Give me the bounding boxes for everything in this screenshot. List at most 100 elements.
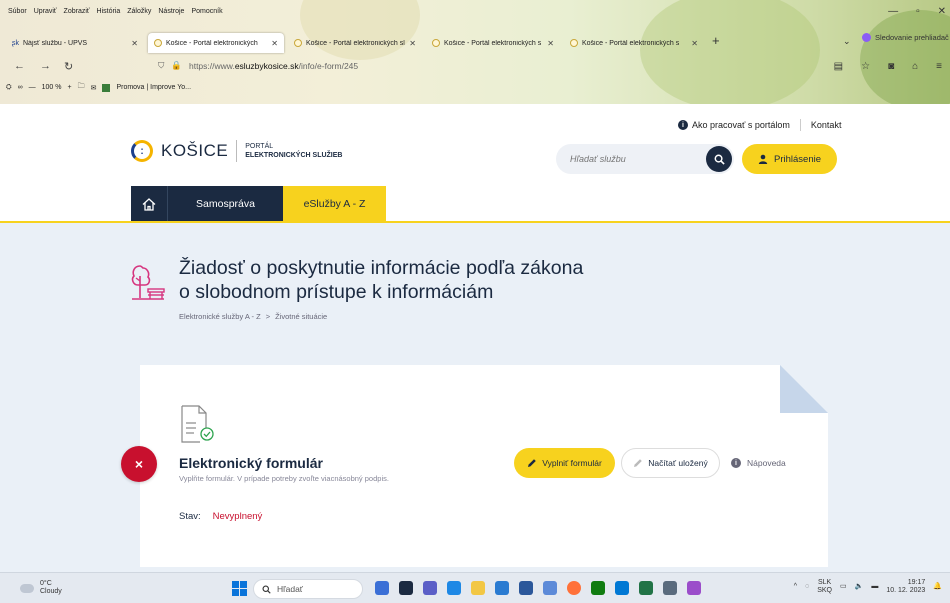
nav-samosprava[interactable]: Samospráva [168, 186, 283, 222]
menu-item[interactable]: História [97, 8, 121, 15]
zoom-in-icon[interactable]: + [67, 84, 71, 91]
shield-icon[interactable]: ⛉ [158, 60, 164, 71]
tab-label: Košice - Portál elektronických s [582, 39, 680, 47]
site-logo[interactable]: : KOŠICE PORTÁL ELEKTRONICKÝCH SLUŽIEB [131, 140, 342, 162]
close-icon[interactable]: ✕ [938, 6, 946, 17]
search-button[interactable] [706, 146, 732, 172]
volume-icon[interactable]: 🔈 [855, 583, 864, 591]
app-icon[interactable] [687, 581, 701, 595]
system-tray: ^ ◌ SLK SKQ ▭ 🔈 ▬ 19:17 10. 12. 2023 🔔 [794, 579, 942, 595]
background-decoration [860, 10, 950, 104]
chevron-down-icon[interactable]: ⌄ [843, 36, 851, 47]
bookmark-star-icon[interactable]: ☆ [861, 61, 870, 72]
reload-icon[interactable]: ↻ [64, 60, 73, 73]
minimize-icon[interactable]: — [888, 6, 898, 17]
mail-icon[interactable]: ✉ [91, 84, 97, 92]
mail-icon[interactable] [495, 581, 509, 595]
pocket-icon[interactable]: ◙ [888, 61, 894, 72]
tab-kosice[interactable]: Košice - Portál elektronických s ✕ [564, 33, 704, 53]
tab-kosice[interactable]: Košice - Portál elektronických s ✕ [426, 33, 560, 53]
extension-icon[interactable]: ⛭ [6, 84, 12, 92]
kosice-logo-icon: : [131, 140, 153, 162]
chat-icon[interactable] [423, 581, 437, 595]
tab-kosice-active[interactable]: Košice - Portál elektronických ✕ [148, 33, 284, 53]
load-saved-button[interactable]: Načítať uložený [621, 448, 720, 478]
card-fold-corner [780, 365, 828, 413]
help-link[interactable]: i Nápoveda [731, 458, 786, 468]
app-icon[interactable] [375, 581, 389, 595]
nav-home[interactable] [131, 186, 168, 222]
breadcrumb-item[interactable]: Životné situácie [275, 312, 327, 321]
menu-item[interactable]: Upraviť [34, 8, 57, 15]
folder-icon[interactable]: 🗀 [78, 82, 85, 93]
menu-item[interactable]: Súbor [8, 8, 27, 15]
top-links: i Ako pracovať s portálom Kontakt [678, 119, 841, 131]
forward-arrow-icon[interactable]: → [40, 60, 51, 72]
language-secondary: SKQ [817, 587, 832, 594]
tab-strip: ʂk Nájsť službu - UPVS ✕ Košice - Portál… [0, 33, 950, 53]
taskbar-search[interactable]: Hľadať [253, 579, 363, 599]
menu-item[interactable]: Záložky [127, 8, 151, 15]
restore-icon[interactable]: ▫ [916, 6, 920, 17]
close-tab-icon[interactable]: ✕ [547, 39, 554, 48]
language-indicator[interactable]: SLK SKQ [817, 579, 832, 595]
pencil-icon [528, 459, 537, 467]
word-icon[interactable] [519, 581, 533, 595]
bookmark-item[interactable]: Promova | Improve Yo... [116, 84, 191, 91]
load-saved-label: Načítať uložený [648, 458, 708, 468]
login-button[interactable]: Prihlásenie [742, 144, 837, 174]
reader-view-icon[interactable]: ▤ [834, 61, 843, 72]
monitor-icon[interactable]: ▭ [840, 583, 847, 591]
fill-form-button[interactable]: Vyplniť formulár [514, 448, 615, 478]
new-tab-icon[interactable]: + [712, 33, 720, 48]
app-icon[interactable] [543, 581, 557, 595]
logo-portal-line1: PORTÁL [245, 143, 274, 150]
close-tab-icon[interactable]: ✕ [691, 39, 698, 48]
contact-link[interactable]: Kontakt [811, 120, 842, 130]
battery-icon[interactable]: ▬ [871, 583, 878, 591]
zoom-level: 100 % [41, 84, 62, 91]
extension-icon[interactable]: ⌂ [912, 61, 918, 72]
language-primary: SLK [817, 579, 832, 586]
url-bar[interactable]: ⛉ 🔒 https://www.esluzbykosice.sk/info/e-… [158, 60, 358, 71]
search-input[interactable] [570, 154, 700, 164]
store-icon[interactable] [615, 581, 629, 595]
network-icon[interactable]: ◌ [805, 583, 809, 591]
nav-esluzby[interactable]: eSlužby A - Z [283, 186, 386, 222]
xbox-icon[interactable] [591, 581, 605, 595]
file-explorer-icon[interactable] [471, 581, 485, 595]
tab-upvs[interactable]: ʂk Nájsť službu - UPVS ✕ [6, 33, 144, 53]
firefox-icon[interactable] [567, 581, 581, 595]
url-domain: esluzbykosice.sk [234, 60, 299, 71]
search-icon [262, 584, 271, 594]
weather-temp: 0°C [40, 580, 52, 587]
close-tab-icon[interactable]: ✕ [131, 39, 138, 48]
form-subtitle: Vyplňte formulár. V prípade potreby zvoľ… [179, 474, 389, 483]
logo-portal-line2: ELEKTRONICKÝCH SLUŽIEB [245, 152, 343, 159]
chevron-up-icon[interactable]: ^ [794, 583, 797, 591]
task-view-icon[interactable] [399, 581, 413, 595]
lock-icon[interactable]: 🔒 [171, 60, 182, 71]
menu-item[interactable]: Nástroje [158, 8, 184, 15]
window-controls: — ▫ ✕ [888, 6, 946, 17]
infinity-icon[interactable]: ∞ [18, 84, 23, 91]
profile-tab[interactable]: Sledovanie prehliadač [862, 33, 949, 42]
windows-start-icon[interactable] [232, 581, 247, 596]
excel-icon[interactable] [639, 581, 653, 595]
howto-link[interactable]: Ako pracovať s portálom [692, 120, 790, 130]
weather-widget[interactable]: 0°C Cloudy [20, 580, 62, 596]
close-tab-icon[interactable]: ✕ [271, 39, 278, 48]
close-tab-icon[interactable]: ✕ [409, 39, 416, 48]
menu-item[interactable]: Zobraziť [64, 8, 90, 15]
app-icon[interactable] [447, 581, 461, 595]
notification-bell-icon[interactable]: 🔔 [933, 583, 942, 591]
page-title-line2: o slobodnom prístupe k informáciám [179, 281, 494, 303]
clock[interactable]: 19:17 10. 12. 2023 [886, 579, 925, 595]
breadcrumb-item[interactable]: Elektronické služby A - Z [179, 312, 261, 321]
back-arrow-icon[interactable]: ← [14, 60, 25, 72]
tab-kosice[interactable]: Košice - Portál elektronických sl ✕ [288, 33, 422, 53]
zoom-out-icon[interactable]: — [29, 84, 36, 91]
calculator-icon[interactable] [663, 581, 677, 595]
menu-item[interactable]: Pomocník [191, 8, 222, 15]
hamburger-menu-icon[interactable]: ≡ [936, 61, 942, 72]
